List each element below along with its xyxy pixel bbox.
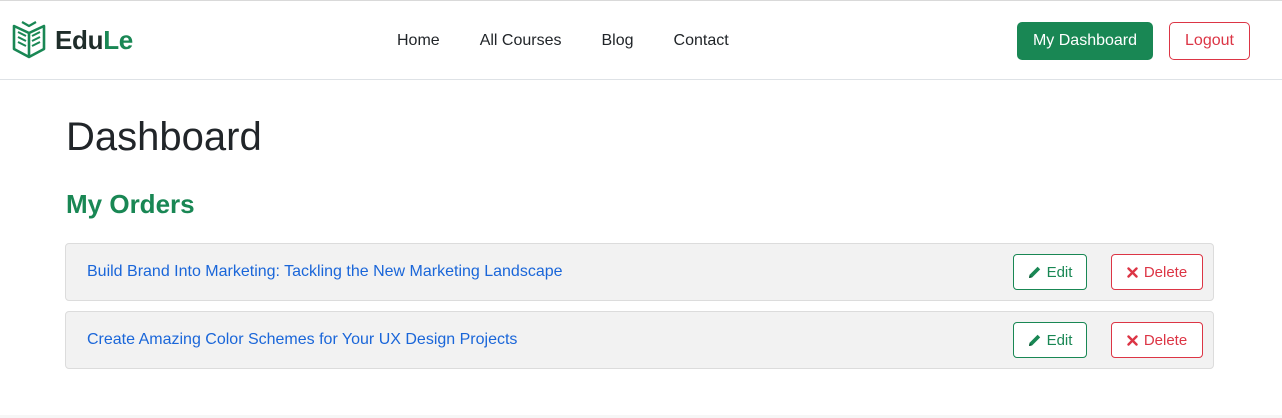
page: EduLe Home All Courses Blog Contact My D…: [0, 0, 1282, 418]
brand-name-part2: Le: [103, 25, 133, 55]
my-dashboard-button[interactable]: My Dashboard: [1017, 22, 1153, 60]
pencil-icon: [1028, 333, 1042, 347]
delete-button[interactable]: Delete: [1111, 254, 1203, 290]
list-item: Create Amazing Color Schemes for Your UX…: [65, 311, 1214, 369]
nav-item-contact[interactable]: Contact: [654, 29, 749, 53]
delete-button-label: Delete: [1143, 263, 1188, 281]
open-book-shield-icon: [12, 20, 46, 60]
brand-name: EduLe: [55, 27, 133, 53]
delete-button[interactable]: Delete: [1111, 322, 1203, 358]
nav-item-home[interactable]: Home: [377, 29, 460, 53]
x-mark-icon: [1127, 266, 1138, 278]
my-orders-heading: My Orders: [66, 189, 195, 219]
x-mark-icon: [1127, 334, 1138, 346]
order-title-link[interactable]: Create Amazing Color Schemes for Your UX…: [87, 330, 517, 350]
order-title-link[interactable]: Build Brand Into Marketing: Tackling the…: [87, 262, 563, 282]
edit-button-label: Edit: [1046, 331, 1073, 349]
pencil-icon: [1028, 265, 1042, 279]
edit-button[interactable]: Edit: [1013, 322, 1087, 358]
nav-item-all-courses[interactable]: All Courses: [460, 29, 582, 53]
page-title: Dashboard: [66, 115, 262, 159]
delete-button-label: Delete: [1143, 331, 1188, 349]
main-nav: Home All Courses Blog Contact: [377, 29, 749, 53]
list-item: Build Brand Into Marketing: Tackling the…: [65, 243, 1214, 301]
brand-logo-link[interactable]: EduLe: [12, 20, 133, 60]
top-navbar: EduLe Home All Courses Blog Contact My D…: [0, 1, 1282, 80]
logout-button[interactable]: Logout: [1169, 22, 1250, 60]
edit-button[interactable]: Edit: [1013, 254, 1087, 290]
nav-item-blog[interactable]: Blog: [582, 29, 654, 53]
edit-button-label: Edit: [1046, 263, 1073, 281]
orders-list: Build Brand Into Marketing: Tackling the…: [65, 243, 1214, 379]
brand-name-part1: Edu: [55, 25, 104, 55]
